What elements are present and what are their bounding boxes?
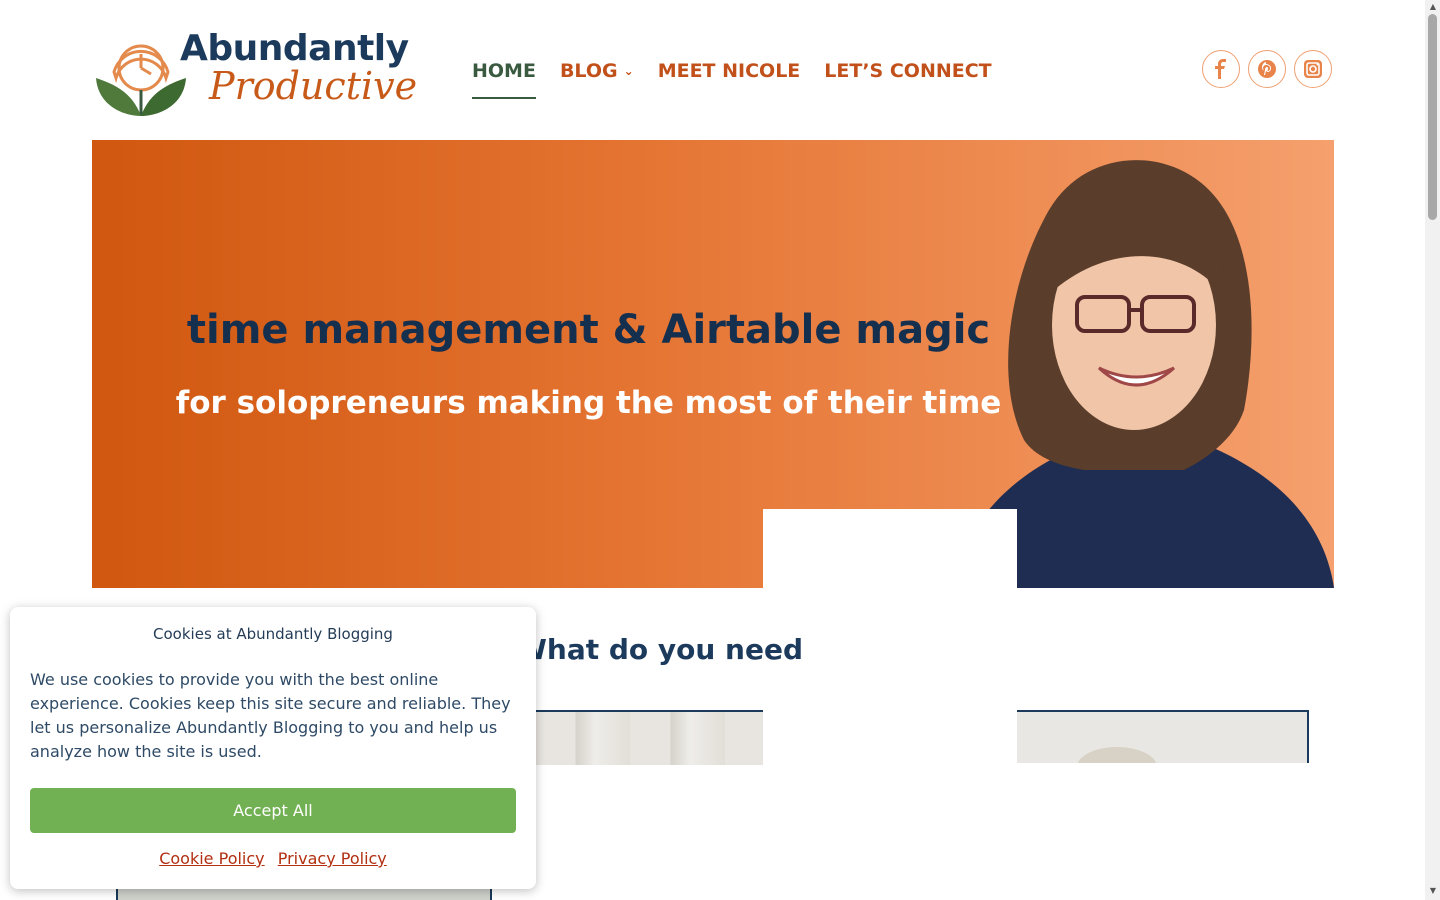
nav-blog-label: BLOG <box>559 60 618 82</box>
hero-banner: time management & Airtable magic for sol… <box>92 140 1334 588</box>
instagram-link[interactable] <box>1294 50 1332 88</box>
facebook-icon <box>1215 59 1226 79</box>
scroll-down-arrow-icon[interactable]: ▼ <box>1427 886 1439 895</box>
scroll-up-arrow-icon[interactable]: ▲ <box>1427 2 1439 11</box>
nav-meet-nicole-label: MEET NICOLE <box>657 60 801 82</box>
nav-home-label: HOME <box>472 60 536 82</box>
category-card-image[interactable] <box>1017 710 1309 763</box>
chevron-down-icon: ⌄ <box>623 64 634 78</box>
hero-title: time management & Airtable magic <box>186 307 991 353</box>
privacy-policy-link[interactable]: Privacy Policy <box>278 849 387 868</box>
cookie-title: Cookies at Abundantly Blogging <box>153 625 393 643</box>
accept-all-button[interactable]: Accept All <box>30 788 516 833</box>
section-heading: What do you need <box>516 633 803 666</box>
cookie-consent-panel: Cookies at Abundantly Blogging We use co… <box>10 607 536 889</box>
pinterest-link[interactable] <box>1248 50 1286 88</box>
nav-home[interactable]: HOME <box>472 60 536 99</box>
nav-lets-connect[interactable]: LET’S CONNECT <box>824 60 991 82</box>
cookie-description: We use cookies to provide you with the b… <box>30 670 511 761</box>
pinterest-icon <box>1258 60 1276 78</box>
main-nav: HOME BLOG ⌄ MEET NICOLE LET’S CONNECT <box>472 58 1016 99</box>
clock-leaf-logo-icon <box>96 44 186 116</box>
facebook-link[interactable] <box>1202 50 1240 88</box>
nav-meet-nicole[interactable]: MEET NICOLE <box>658 60 801 82</box>
cookie-policy-links: Cookie Policy Privacy Policy <box>10 849 536 868</box>
logo-text-line2: Productive <box>209 64 418 108</box>
logo-text-line1: Abundantly <box>180 28 409 69</box>
hero-subtitle: for solopreneurs making the most of thei… <box>175 385 1002 421</box>
site-logo[interactable]: Abundantly Productive <box>94 28 417 120</box>
scrollbar-thumb[interactable] <box>1428 14 1437 220</box>
nav-blog[interactable]: BLOG ⌄ <box>560 60 634 82</box>
cookie-policy-link[interactable]: Cookie Policy <box>159 849 264 868</box>
instagram-icon <box>1304 60 1322 78</box>
nav-lets-connect-label: LET’S CONNECT <box>824 60 992 82</box>
decor-image <box>1077 747 1157 763</box>
category-card-image[interactable] <box>535 710 763 765</box>
